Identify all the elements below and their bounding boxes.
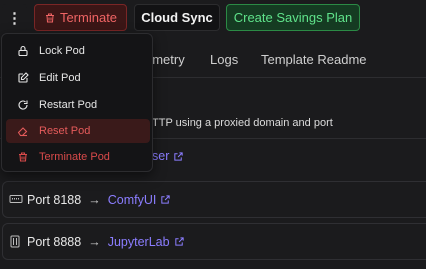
- menu-item-label: Lock Pod: [39, 45, 85, 57]
- port-icon: [9, 194, 23, 206]
- trash-icon: [45, 13, 54, 22]
- restart-icon: [18, 100, 28, 110]
- tab-template-readme[interactable]: Template Readme: [261, 52, 367, 67]
- jupyterlab-link[interactable]: JupyterLab: [108, 235, 170, 249]
- menu-item-terminate-pod[interactable]: Terminate Pod: [6, 145, 150, 169]
- menu-item-label: Reset Pod: [39, 125, 91, 137]
- file-browser-link[interactable]: ser: [152, 149, 184, 163]
- port-icon: [9, 235, 23, 248]
- menu-item-label: Terminate Pod: [39, 151, 110, 163]
- cloud-sync-button[interactable]: Cloud Sync: [134, 4, 220, 31]
- menu-item-label: Edit Pod: [39, 72, 81, 84]
- more-options-button[interactable]: ⋮: [2, 4, 27, 31]
- external-link-icon[interactable]: [174, 236, 185, 247]
- tab-logs[interactable]: Logs: [210, 52, 238, 67]
- connection-info-text: TTP using a proxied domain and port: [152, 117, 333, 129]
- arrow-icon: →: [88, 192, 101, 207]
- menu-item-reset-pod[interactable]: Reset Pod: [6, 119, 150, 143]
- terminate-label: Terminate: [59, 10, 118, 25]
- port-label: Port 8188: [27, 192, 82, 207]
- port-label: Port 8888: [27, 234, 82, 249]
- kebab-icon: ⋮: [7, 9, 22, 27]
- menu-item-edit-pod[interactable]: Edit Pod: [6, 66, 150, 90]
- port-card-8888: Port 8888 → JupyterLab: [2, 223, 426, 260]
- port-card-8188: Port 8188 → ComfyUI: [2, 181, 426, 218]
- eraser-icon: [17, 127, 28, 137]
- edit-icon: [18, 72, 29, 83]
- comfyui-link[interactable]: ComfyUI: [108, 193, 157, 207]
- external-link-icon[interactable]: [160, 194, 171, 205]
- cloud-sync-label: Cloud Sync: [141, 10, 213, 25]
- arrow-icon: →: [88, 234, 101, 249]
- terminate-button[interactable]: Terminate: [34, 4, 127, 31]
- savings-label: Create Savings Plan: [233, 10, 353, 25]
- menu-item-label: Restart Pod: [39, 99, 98, 111]
- create-savings-plan-button[interactable]: Create Savings Plan: [226, 4, 360, 31]
- menu-item-restart-pod[interactable]: Restart Pod: [6, 93, 150, 117]
- menu-item-lock-pod[interactable]: Lock Pod: [6, 39, 150, 63]
- external-link-icon: [173, 151, 184, 162]
- pod-actions-menu: Lock Pod Edit Pod Restart Pod Reset Pod …: [1, 33, 153, 172]
- lock-icon: [18, 45, 28, 57]
- file-browser-link-label: ser: [152, 149, 170, 163]
- trash-icon: [19, 152, 27, 162]
